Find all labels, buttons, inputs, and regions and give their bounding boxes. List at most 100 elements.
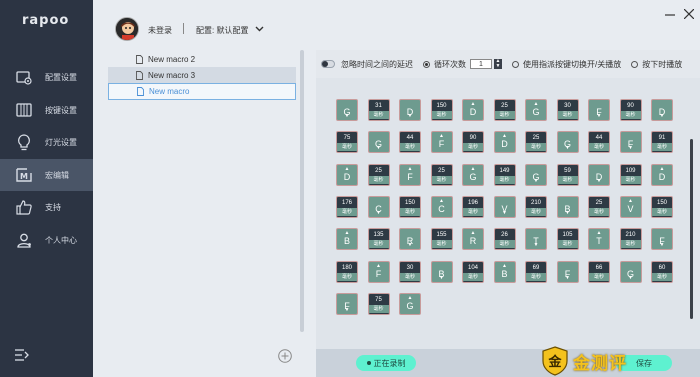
macro-delay-event[interactable]: 210 毫秒 <box>619 228 642 251</box>
login-status[interactable]: 未登录 <box>148 25 172 36</box>
loop-count-radio[interactable] <box>423 60 430 68</box>
macro-key-event[interactable]: G ▼ <box>336 99 358 121</box>
macro-key-event[interactable]: T ▼ <box>525 228 547 251</box>
record-button[interactable]: 正在录制 <box>356 355 416 371</box>
macro-delay-event[interactable]: 155 毫秒 <box>430 228 453 251</box>
macro-key-event[interactable]: ▲ D <box>493 131 516 154</box>
add-macro-icon[interactable] <box>278 349 292 363</box>
sidebar-item-lighting[interactable]: 灯光设置 <box>0 126 93 158</box>
macro-delay-event[interactable]: 60 毫秒 <box>651 260 673 283</box>
macro-key-event[interactable]: R ▼ <box>399 228 421 251</box>
macro-delay-event[interactable]: 25 毫秒 <box>525 131 547 154</box>
menu-collapse-icon[interactable] <box>14 348 30 362</box>
macro-list-item[interactable]: New macro 2 <box>108 51 296 68</box>
macro-key-event[interactable]: C ▼ <box>367 195 390 218</box>
macro-key-event[interactable]: ▲ F <box>430 131 453 154</box>
loop-count-input[interactable]: 1 <box>470 59 492 69</box>
macro-key-event[interactable]: ▲ R <box>462 228 484 251</box>
macro-key-event[interactable]: F ▼ <box>619 131 642 154</box>
macro-key-event[interactable]: ▲ B <box>493 260 516 283</box>
macro-delay-event[interactable]: 59 毫秒 <box>556 163 579 186</box>
macro-delay-event[interactable]: 90 毫秒 <box>619 99 642 121</box>
macro-delay-event[interactable]: 25 毫秒 <box>430 163 453 186</box>
macro-delay-event[interactable]: 150 毫秒 <box>430 99 453 121</box>
toggle-mode-radio[interactable] <box>512 60 519 68</box>
macro-key-event[interactable]: G ▼ <box>556 131 579 154</box>
loop-count-stepper[interactable]: ▲ ▼ <box>494 59 502 69</box>
macro-delay-event[interactable]: 104 毫秒 <box>462 260 484 283</box>
sidebar-item-support[interactable]: 支持 <box>0 191 93 223</box>
macro-delay-event[interactable]: 31 毫秒 <box>367 99 390 121</box>
macro-key-event[interactable]: ▲ V <box>619 195 642 218</box>
macro-key-event[interactable]: ▲ D <box>462 99 484 121</box>
macro-list-item-selected[interactable]: New macro <box>108 83 296 100</box>
macro-key-event[interactable]: G ▼ <box>367 131 390 154</box>
sidebar-item-keys[interactable]: 按键设置 <box>0 94 93 126</box>
delay-value: 210 <box>530 199 541 206</box>
macro-delay-event[interactable]: 91 毫秒 <box>651 131 673 154</box>
macro-delay-event[interactable]: 25 毫秒 <box>588 195 610 218</box>
macro-delay-event[interactable]: 90 毫秒 <box>462 131 484 154</box>
macro-delay-event[interactable]: 44 毫秒 <box>588 131 610 154</box>
macro-key-event[interactable]: V ▼ <box>493 195 516 218</box>
macro-key-event[interactable]: ▲ B <box>336 228 358 251</box>
macro-key-event[interactable]: F ▼ <box>556 260 579 283</box>
macro-key-event[interactable]: F ▼ <box>336 292 358 315</box>
macro-key-event[interactable]: ▲ D <box>651 163 673 186</box>
ignore-delay-toggle[interactable] <box>321 60 335 68</box>
macro-list-scrollbar[interactable] <box>300 50 304 332</box>
macro-delay-event[interactable]: 30 毫秒 <box>556 99 579 121</box>
macro-delay-event[interactable]: 75 毫秒 <box>367 292 390 315</box>
delay-value: 25 <box>438 167 445 174</box>
macro-delay-event[interactable]: 25 毫秒 <box>367 163 390 186</box>
macro-delay-event[interactable]: 30 毫秒 <box>399 260 421 283</box>
close-icon[interactable] <box>683 8 695 20</box>
macro-list-item[interactable]: New macro 3 <box>108 67 296 84</box>
macro-delay-event[interactable]: 75 毫秒 <box>336 131 358 154</box>
macro-delay-event[interactable]: 135 毫秒 <box>367 228 390 251</box>
editor-scrollbar[interactable] <box>690 139 693 319</box>
macro-key-event[interactable]: F ▼ <box>588 99 610 121</box>
macro-key-event[interactable]: ▲ F <box>367 260 390 283</box>
macro-delay-event[interactable]: 149 毫秒 <box>493 163 516 186</box>
key-down-arrow-icon: ▼ <box>344 306 350 313</box>
macro-key-event[interactable]: D ▼ <box>588 163 610 186</box>
record-button-label: 正在录制 <box>373 358 406 368</box>
macro-delay-event[interactable]: 44 毫秒 <box>399 131 421 154</box>
macro-key-event[interactable]: ▲ T <box>588 228 610 251</box>
avatar[interactable] <box>115 17 139 41</box>
sidebar-item-macro[interactable]: M 宏编辑 <box>0 159 93 191</box>
macro-delay-event[interactable]: 66 毫秒 <box>588 260 610 283</box>
macro-key-event[interactable]: F ▼ <box>651 228 673 251</box>
macro-delay-event[interactable]: 109 毫秒 <box>619 163 642 186</box>
sidebar-item-profile[interactable]: 个人中心 <box>0 224 93 256</box>
profile-selector-label[interactable]: 配置: 默认配置 <box>196 25 248 36</box>
macro-delay-event[interactable]: 176 毫秒 <box>336 195 358 218</box>
hold-mode-radio[interactable] <box>631 60 639 68</box>
macro-delay-event[interactable]: 26 毫秒 <box>493 228 516 251</box>
macro-delay-event[interactable]: 150 毫秒 <box>399 195 421 218</box>
macro-delay-event[interactable]: 180 毫秒 <box>336 260 358 283</box>
macro-key-event[interactable]: B ▼ <box>556 195 579 218</box>
macro-key-event[interactable]: D ▼ <box>399 99 421 121</box>
macro-delay-event[interactable]: 25 毫秒 <box>493 99 516 121</box>
minimize-icon[interactable] <box>665 10 675 20</box>
sidebar-item-config[interactable]: 配置设置 <box>0 61 93 93</box>
macro-key-event[interactable]: ▲ D <box>336 163 358 186</box>
macro-delay-event[interactable]: 196 毫秒 <box>462 195 484 218</box>
macro-delay-event[interactable]: 210 毫秒 <box>525 195 547 218</box>
macro-key-event[interactable]: ▲ C <box>430 195 453 218</box>
macro-key-event[interactable]: G ▼ <box>525 163 547 186</box>
macro-key-event[interactable]: ▲ G <box>399 292 421 315</box>
macro-delay-event[interactable]: 105 毫秒 <box>556 228 579 251</box>
macro-delay-event[interactable]: 150 毫秒 <box>651 195 673 218</box>
macro-delay-event[interactable]: 69 毫秒 <box>525 260 547 283</box>
delay-unit: 毫秒 <box>494 175 515 184</box>
macro-key-event[interactable]: B ▼ <box>430 260 453 283</box>
macro-key-event[interactable]: ▲ G <box>462 163 484 186</box>
macro-key-event[interactable]: ▲ G <box>525 99 547 121</box>
macro-key-event[interactable]: G ▼ <box>619 260 642 283</box>
chevron-down-icon[interactable] <box>255 24 264 33</box>
macro-key-event[interactable]: ▲ F <box>399 163 421 186</box>
macro-key-event[interactable]: D ▼ <box>651 99 673 121</box>
